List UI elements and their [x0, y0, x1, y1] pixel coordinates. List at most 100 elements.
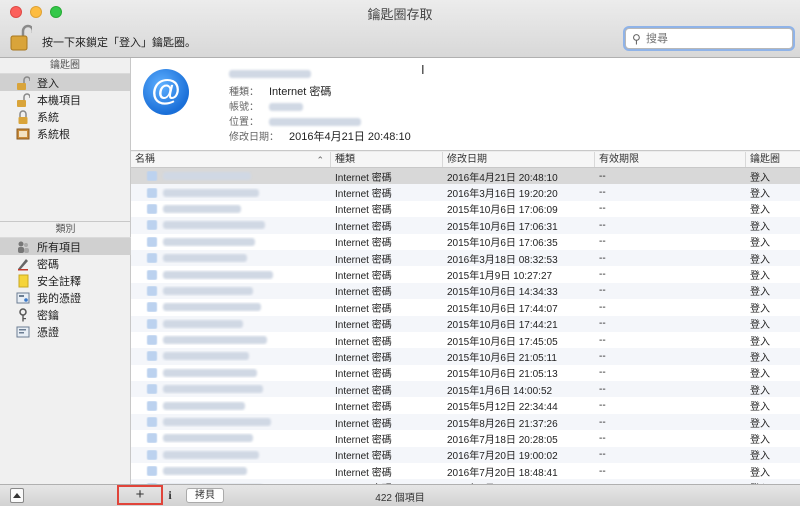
row-name-redacted [131, 466, 331, 477]
sidebar-item-secure-notes[interactable]: 安全註釋 [0, 272, 131, 289]
cabinet-icon [15, 127, 31, 141]
lock-open-icon[interactable] [10, 24, 35, 52]
sort-ascending-icon: ⌃ [316, 155, 324, 165]
lock-icon [15, 109, 31, 124]
table-row[interactable]: Internet 密碼 2016年7月20日 19:00:02 -- 登入 [131, 446, 800, 464]
row-name-redacted [131, 417, 331, 428]
row-modified: 2015年10月6日 17:06:35 [447, 238, 558, 250]
table-row[interactable]: Internet 密碼 2015年10月6日 21:05:11 -- 登入 [131, 348, 800, 365]
row-keychain: 登入 [750, 172, 770, 184]
row-name-redacted [131, 335, 331, 346]
table-row[interactable]: Internet 密碼 2015年10月6日 17:44:21 -- 登入 [131, 315, 800, 332]
certificate-icon [15, 291, 31, 305]
row-expiry: -- [599, 236, 606, 248]
row-modified: 2015年10月6日 21:05:13 [447, 369, 558, 381]
table-row[interactable]: Internet 密碼 2015年1月9日 10:27:27 -- 登入 [131, 266, 800, 282]
row-keychain: 登入 [750, 336, 770, 348]
sidebar-item-local-items[interactable]: 本機項目 [0, 91, 130, 108]
row-name-redacted [131, 351, 331, 362]
row-expiry: -- [599, 301, 606, 313]
row-keychain: 登入 [750, 402, 770, 414]
row-kind: Internet 密碼 [335, 418, 392, 430]
categories-section: 類別 所有項目 密碼 安全註釋 我的憑證 密鑰 憑證 [0, 222, 131, 340]
detail-account-row: 帳號： [229, 98, 303, 113]
column-header-kind[interactable]: 種類 [331, 152, 443, 167]
items-table: 名稱 ⌃ 種類 修改日期 有效期限 鑰匙圈 Internet 密碼 2016年4月… [131, 152, 800, 484]
sidebar-item-label: 安全註釋 [37, 275, 81, 288]
row-expiry: -- [599, 367, 606, 379]
column-header-keychain[interactable]: 鑰匙圈 [746, 152, 800, 167]
row-name-redacted [131, 171, 331, 182]
row-kind: Internet 密碼 [335, 451, 392, 463]
column-header-modified[interactable]: 修改日期 [443, 152, 595, 167]
sidebar-item-passwords[interactable]: 密碼 [0, 255, 131, 272]
internet-password-icon [147, 433, 157, 444]
sidebar-item-certificates[interactable]: 憑證 [0, 323, 131, 340]
table-row[interactable]: Internet 密碼 2015年10月6日 17:06:35 -- 登入 [131, 234, 800, 250]
table-row[interactable]: Internet 密碼 2015年10月6日 21:05:13 -- 登入 [131, 365, 800, 381]
row-keychain: 登入 [750, 238, 770, 250]
table-row[interactable]: Internet 密碼 2015年10月6日 17:45:05 -- 登入 [131, 332, 800, 348]
row-modified: 2015年10月6日 17:06:31 [447, 221, 558, 233]
table-row[interactable]: Internet 密碼 2016年7月18日 20:28:05 -- 登入 [131, 430, 800, 446]
certificate-icon [15, 325, 31, 339]
sidebar-item-label: 登入 [37, 77, 59, 90]
sidebar-item-all-items[interactable]: 所有項目 [0, 238, 131, 255]
sidebar-item-label: 憑證 [37, 326, 59, 339]
sidebar-item-login[interactable]: 登入 [0, 74, 130, 91]
row-modified: 2015年10月6日 17:44:21 [447, 320, 558, 332]
sidebar-item-system[interactable]: 系統 [0, 108, 130, 125]
internet-password-icon [147, 269, 157, 280]
internet-password-icon [147, 384, 157, 395]
sidebar-item-system-roots[interactable]: 系統根 [0, 125, 130, 142]
row-keychain: 登入 [750, 369, 770, 381]
item-count: 422 個項目 [375, 493, 425, 504]
pencil-icon [15, 257, 31, 271]
internet-password-icon: @ [143, 69, 189, 115]
table-row[interactable]: Internet 密碼 2015年5月12日 22:34:44 -- 登入 [131, 397, 800, 413]
row-name-redacted [131, 449, 331, 460]
table-row[interactable]: Internet 密碼 2016年3月16日 19:20:20 -- 登入 [131, 184, 800, 201]
table-row[interactable]: Internet 密碼 2015年1月6日 14:00:52 -- 登入 [131, 381, 800, 398]
row-modified: 2015年10月6日 17:44:07 [447, 303, 558, 315]
item-detail-panel: @ I 種類： Internet 密碼 帳號： 位置： 修改日期： 2016年4月2… [131, 58, 800, 151]
internet-password-icon [147, 318, 157, 329]
row-kind: Internet 密碼 [335, 287, 392, 299]
row-keychain: 登入 [750, 467, 770, 479]
sidebar-item-my-certificates[interactable]: 我的憑證 [0, 289, 131, 306]
table-row[interactable]: Internet 密碼 2016年7月20日 18:48:41 -- 登入 [131, 463, 800, 479]
table-row[interactable]: Internet 密碼 2015年8月26日 21:37:26 -- 登入 [131, 413, 800, 431]
column-header-name[interactable]: 名稱 ⌃ [131, 152, 331, 167]
search-icon: ⚲ [632, 32, 641, 46]
column-header-expiry[interactable]: 有效期限 [595, 152, 746, 167]
search-field[interactable]: ⚲ [625, 28, 793, 49]
sidebar-item-label: 密碼 [37, 258, 59, 271]
detail-location-row: 位置： [229, 113, 361, 128]
table-row[interactable]: Internet 密碼 2016年4月21日 20:48:10 -- 登入 [131, 168, 800, 185]
row-keychain: 登入 [750, 434, 770, 446]
row-kind: Internet 密碼 [335, 172, 392, 184]
people-icon [15, 240, 31, 254]
row-kind: Internet 密碼 [335, 467, 392, 479]
table-row[interactable]: Internet 密碼 2015年10月6日 17:06:31 -- 登入 [131, 217, 800, 234]
row-name-redacted [131, 236, 331, 247]
row-name-redacted [131, 318, 331, 329]
row-keychain: 登入 [750, 451, 770, 463]
table-row[interactable]: Internet 密碼 2015年10月6日 17:44:07 -- 登入 [131, 299, 800, 315]
internet-password-icon [147, 203, 157, 214]
table-row[interactable]: Internet 密碼 2015年10月6日 14:34:33 -- 登入 [131, 282, 800, 300]
detail-location-label: 位置： [229, 117, 259, 128]
row-kind: Internet 密碼 [335, 189, 392, 201]
row-modified: 2015年5月12日 22:34:44 [447, 402, 558, 414]
table-body: Internet 密碼 2016年4月21日 20:48:10 -- 登入 Intern… [131, 168, 800, 484]
row-keychain: 登入 [750, 352, 770, 364]
table-row[interactable]: Internet 密碼 2015年10月6日 17:06:09 -- 登入 [131, 201, 800, 217]
table-row[interactable]: Internet 密碼 2016年3月18日 08:32:53 -- 登入 [131, 249, 800, 267]
row-keychain: 登入 [750, 303, 770, 315]
sidebar-item-label: 密鑰 [37, 309, 59, 322]
row-modified: 2016年7月20日 19:00:02 [447, 451, 558, 463]
sidebar-item-keys[interactable]: 密鑰 [0, 306, 131, 323]
internet-password-icon [147, 253, 157, 264]
detail-kind-row: 種類： Internet 密碼 [229, 83, 331, 99]
search-input[interactable] [646, 31, 786, 46]
